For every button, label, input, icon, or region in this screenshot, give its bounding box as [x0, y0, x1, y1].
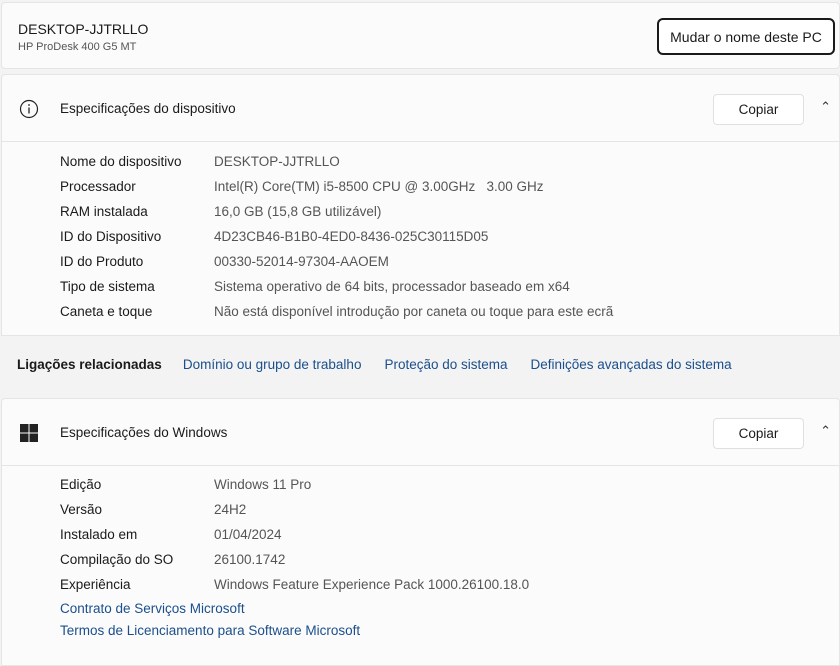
spec-row: Versão 24H2 [2, 497, 839, 522]
spec-label: RAM instalada [60, 204, 148, 219]
spec-label: Compilação do SO [60, 552, 174, 567]
spec-value: 00330-52014-97304-AAOEM [214, 254, 389, 269]
copy-windows-specs-button[interactable]: Copiar [713, 418, 804, 449]
windows-logo-icon [20, 424, 38, 442]
pc-name: DESKTOP-JJTRLLO [18, 21, 149, 37]
copy-device-specs-button[interactable]: Copiar [713, 94, 804, 125]
spec-value: Windows 11 Pro [214, 477, 312, 492]
chevron-up-icon[interactable]: ⌃ [820, 99, 831, 115]
spec-row: Caneta e toque Não está disponível introd… [2, 299, 839, 324]
rename-pc-button[interactable]: Mudar o nome deste PC [657, 18, 835, 55]
spec-row: Experiência Windows Feature Experience Pa… [2, 572, 839, 597]
spec-value: Intel(R) Core(TM) i5-8500 CPU @ 3.00GHz … [214, 179, 544, 194]
spec-row: Instalado em 01/04/2024 [2, 522, 839, 547]
chevron-up-icon[interactable]: ⌃ [820, 423, 831, 439]
microsoft-services-agreement-link[interactable]: Contrato de Serviços Microsoft [60, 601, 245, 616]
related-links-label: Ligações relacionadas [17, 356, 162, 372]
microsoft-license-terms-link[interactable]: Termos de Licenciamento para Software Mi… [60, 623, 360, 638]
spec-row: Nome do dispositivo DESKTOP-JJTRLLO [2, 149, 839, 174]
device-specs-title: Especificações do dispositivo [60, 101, 236, 116]
spec-row: Tipo de sistema Sistema operativo de 64 b… [2, 274, 839, 299]
pc-header-card: DESKTOP-JJTRLLO HP ProDesk 400 G5 MT Mud… [1, 2, 840, 69]
spec-row: Edição Windows 11 Pro [2, 472, 839, 497]
spec-label: ID do Dispositivo [60, 229, 162, 244]
windows-specs-body: Edição Windows 11 Pro Versão 24H2 Instalad… [1, 466, 840, 666]
spec-value: Windows Feature Experience Pack 1000.261… [214, 577, 530, 592]
spec-label: Versão [60, 502, 103, 517]
system-protection-link[interactable]: Proteção do sistema [384, 357, 507, 372]
spec-row: Processador Intel(R) Core(TM) i5-8500 CPU… [2, 174, 839, 199]
spec-label: Caneta e toque [60, 304, 153, 319]
link-row: Termos de Licenciamento para Software Mi… [2, 619, 839, 641]
spec-label: Processador [60, 179, 136, 194]
related-links-bar: Ligações relacionadas Domínio ou grupo d… [0, 336, 840, 392]
info-icon [19, 99, 39, 119]
device-specs-section: Especificações do dispositivo Copiar ⌃ N… [1, 74, 840, 336]
device-specs-body: Nome do dispositivo DESKTOP-JJTRLLO Proce… [1, 142, 840, 336]
spec-label: Edição [60, 477, 102, 492]
link-row: Contrato de Serviços Microsoft [2, 597, 839, 619]
windows-specs-header[interactable]: Especificações do Windows Copiar ⌃ [1, 398, 840, 466]
spec-value: Não está disponível introdução por canet… [214, 304, 614, 319]
device-specs-header[interactable]: Especificações do dispositivo Copiar ⌃ [1, 74, 840, 142]
spec-value: 26100.1742 [214, 552, 286, 567]
spec-label: ID do Produto [60, 254, 144, 269]
spec-row: Compilação do SO 26100.1742 [2, 547, 839, 572]
advanced-system-settings-link[interactable]: Definições avançadas do sistema [531, 357, 732, 372]
spec-label: Tipo de sistema [60, 279, 155, 294]
spec-value: 24H2 [214, 502, 247, 517]
windows-specs-title: Especificações do Windows [60, 425, 228, 440]
spec-label: Instalado em [60, 527, 138, 542]
domain-workgroup-link[interactable]: Domínio ou grupo de trabalho [183, 357, 362, 372]
spec-label: Experiência [60, 577, 131, 592]
spec-value: 16,0 GB (15,8 GB utilizável) [214, 204, 382, 219]
pc-model: HP ProDesk 400 G5 MT [18, 41, 137, 53]
spec-value: 4D23CB46-B1B0-4ED0-8436-025C30115D05 [214, 229, 489, 244]
spec-value: DESKTOP-JJTRLLO [214, 154, 340, 169]
spec-value: 01/04/2024 [214, 527, 282, 542]
spec-row: RAM instalada 16,0 GB (15,8 GB utilizável… [2, 199, 839, 224]
spec-label: Nome do dispositivo [60, 154, 182, 169]
windows-specs-section: Especificações do Windows Copiar ⌃ Ediçã… [1, 398, 840, 666]
spec-row: ID do Dispositivo 4D23CB46-B1B0-4ED0-8436… [2, 224, 839, 249]
spec-row: ID do Produto 00330-52014-97304-AAOEM [2, 249, 839, 274]
spec-value: Sistema operativo de 64 bits, processado… [214, 279, 570, 294]
